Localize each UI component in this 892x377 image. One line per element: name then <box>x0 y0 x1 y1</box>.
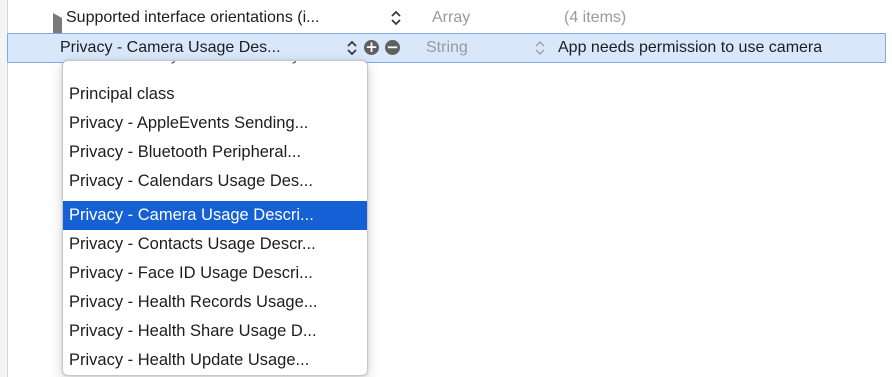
dropdown-item[interactable]: Privacy - Face ID Usage Descri... <box>63 259 367 288</box>
dropdown-item[interactable]: Privacy - Contacts Usage Descr... <box>63 230 367 259</box>
row-key[interactable]: Privacy - Camera Usage Des... <box>60 34 281 61</box>
add-glyph: + <box>365 38 378 56</box>
dropdown-item[interactable]: Privacy - Health Update Usage... <box>63 346 367 375</box>
add-circle-icon[interactable]: + <box>364 40 379 55</box>
dropdown-item[interactable]: Privacy - Calendars Usage Des... <box>63 167 367 196</box>
row-type[interactable]: String <box>426 34 468 61</box>
dropdown-item[interactable]: Privacy - AppleEvents Sending... <box>63 109 367 138</box>
stepper-arrows-icon[interactable] <box>390 10 402 26</box>
stepper-arrows-icon[interactable] <box>534 40 546 56</box>
dropdown-item[interactable]: Principal class <box>63 80 367 109</box>
row-value[interactable]: App needs permission to use camera <box>558 34 822 61</box>
stepper-arrows-icon[interactable] <box>346 40 358 56</box>
dropdown-item[interactable]: Privacy - Bluetooth Peripheral... <box>63 138 367 167</box>
row-value: (4 items) <box>564 9 627 26</box>
remove-glyph: − <box>386 38 399 56</box>
dropdown-item-selected[interactable]: Privacy - Camera Usage Descri... <box>63 201 367 230</box>
plist-row-orientations[interactable]: Supported interface orientations (i... A… <box>7 4 892 50</box>
dropdown-item-partial[interactable]: Preferences sync exclusion keys <box>63 61 367 70</box>
dropdown-item[interactable]: Privacy - Health Share Usage D... <box>63 317 367 346</box>
key-suggestion-dropdown[interactable]: Preferences sync exclusion keys Principa… <box>62 60 368 376</box>
row-type[interactable]: Array <box>432 4 470 31</box>
dropdown-item[interactable]: Privacy - Health Records Usage... <box>63 288 367 317</box>
remove-circle-icon[interactable]: − <box>385 40 400 55</box>
row-key: Supported interface orientations (i... <box>66 9 320 26</box>
plist-row-camera-usage[interactable]: Privacy - Camera Usage Des... + − String… <box>7 33 886 63</box>
